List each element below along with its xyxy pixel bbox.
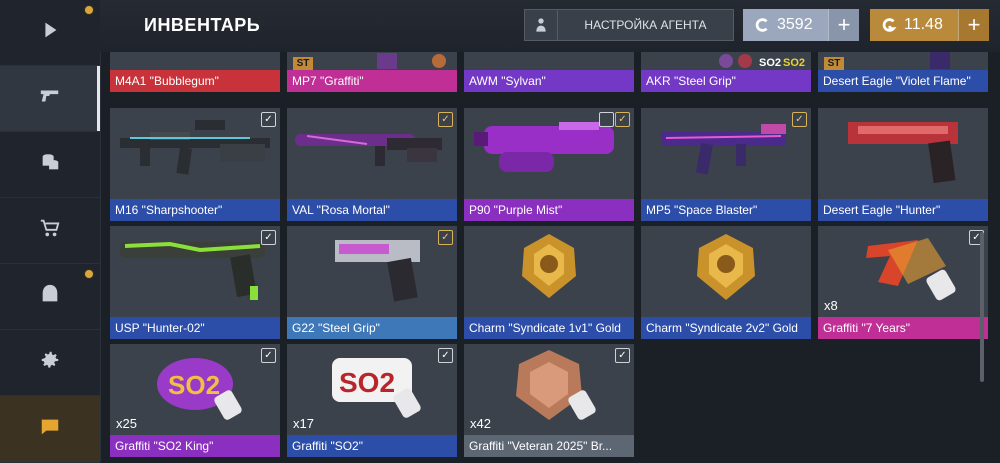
chat-icon — [39, 416, 61, 443]
charm-image — [522, 234, 576, 298]
play-icon — [39, 19, 61, 46]
stattrak-badge: ST — [293, 57, 313, 71]
inventory-item[interactable]: ✓ MP5 "Space Blaster" — [641, 108, 811, 221]
item-label: Desert Eagle "Violet Flame" — [818, 70, 988, 92]
inventory-item[interactable]: ✓ USP "Hunter-02" — [110, 226, 280, 339]
agent-settings-button[interactable]: НАСТРОЙКА АГЕНТА — [524, 9, 734, 41]
item-label: Graffiti "SO2 King" — [110, 435, 280, 457]
scrollbar[interactable] — [980, 232, 984, 382]
inventory-item[interactable]: x42 ✓ Graffiti "Veteran 2025" Br... — [464, 344, 634, 457]
item-label: AKR "Steel Grip" — [641, 70, 811, 92]
weapon-image — [120, 241, 265, 300]
inventory-item[interactable]: SO2 x17 ✓ Graffiti "SO2" — [287, 344, 457, 457]
inventory-item[interactable]: ST MP7 "Graffiti" — [287, 52, 457, 92]
charm-image — [697, 234, 755, 300]
weapon-image — [848, 122, 958, 184]
cart-icon — [39, 217, 61, 244]
inventory-item[interactable]: Charm "Syndicate 1v1" Gold — [464, 226, 634, 339]
weapon-image — [295, 134, 442, 166]
inventory-item[interactable]: M4A1 "Bubblegum" — [110, 52, 280, 92]
svg-text:SO2: SO2 — [783, 57, 805, 69]
checkbox[interactable]: ✓ — [792, 112, 807, 127]
graffiti-image — [866, 238, 956, 301]
sidebar-item-coins[interactable] — [0, 132, 100, 198]
sidebar-item-chat[interactable] — [0, 396, 100, 463]
item-label: P90 "Purple Mist" — [464, 199, 634, 221]
item-label: Charm "Syndicate 1v1" Gold — [464, 317, 634, 339]
stattrak-badge: ST — [824, 57, 844, 71]
item-quantity: x17 — [293, 416, 314, 431]
item-label: Desert Eagle "Hunter" — [818, 199, 988, 221]
item-label: AWM "Sylvan" — [464, 70, 634, 92]
inventory-item[interactable]: ✓ P90 "Purple Mist" — [464, 108, 634, 221]
agent-icon — [39, 283, 61, 310]
checkbox[interactable]: ✓ — [438, 348, 453, 363]
sidebar-item-inventory[interactable] — [0, 66, 100, 132]
item-label: Graffiti "SO2" — [287, 435, 457, 457]
add-gold-button[interactable]: + — [958, 9, 989, 41]
item-label: USP "Hunter-02" — [110, 317, 280, 339]
item-quantity: x8 — [824, 298, 838, 313]
page-title: ИНВЕНТАРЬ — [144, 15, 261, 35]
notification-dot — [84, 5, 94, 15]
inventory-item[interactable]: SO2 x25 ✓ Graffiti "SO2 King" — [110, 344, 280, 457]
inventory-item[interactable]: ✓ VAL "Rosa Mortal" — [287, 108, 457, 221]
sidebar-item-agent[interactable] — [0, 264, 100, 330]
checkbox[interactable]: ✓ — [261, 112, 276, 127]
notification-dot — [84, 269, 94, 279]
checkbox[interactable]: ✓ — [615, 348, 630, 363]
gold-currency: 11.48 + — [870, 9, 989, 41]
sidebar-item-settings[interactable] — [0, 330, 100, 396]
svg-text:SO2: SO2 — [168, 370, 220, 400]
add-silver-button[interactable]: + — [828, 9, 859, 41]
inventory-item[interactable]: SO2 SO2 AKR "Steel Grip" — [641, 52, 811, 92]
silver-coin-icon — [755, 18, 768, 32]
inventory-item[interactable]: Charm "Syndicate 2v2" Gold — [641, 226, 811, 339]
item-label: MP5 "Space Blaster" — [641, 199, 811, 221]
weapon-image — [335, 240, 420, 302]
inventory-item[interactable]: AWM "Sylvan" — [464, 52, 634, 92]
silver-currency: 3592 + — [743, 9, 859, 41]
agent-figure-icon — [525, 10, 558, 40]
svg-text:SO2: SO2 — [759, 57, 781, 69]
item-label: VAL "Rosa Mortal" — [287, 199, 457, 221]
inventory-item[interactable]: ST Desert Eagle "Violet Flame" — [818, 52, 988, 92]
inventory-grid: M4A1 "Bubblegum" ST MP7 "Graffiti" AWM "… — [110, 52, 988, 462]
item-quantity: x25 — [116, 416, 137, 431]
svg-text:SO2: SO2 — [339, 367, 395, 398]
gold-amount: 11.48 — [904, 16, 943, 33]
checkbox[interactable]: ✓ — [261, 230, 276, 245]
gold-coin-icon — [882, 18, 897, 32]
pistol-icon — [39, 85, 61, 112]
item-label: MP7 "Graffiti" — [287, 70, 457, 92]
item-label: Charm "Syndicate 2v2" Gold — [641, 317, 811, 339]
coins-icon — [39, 151, 61, 178]
checkbox[interactable]: ✓ — [438, 112, 453, 127]
gear-icon — [39, 349, 61, 376]
inventory-item[interactable]: x8 ✓ Graffiti "7 Years" — [818, 226, 988, 339]
item-label: M16 "Sharpshooter" — [110, 199, 280, 221]
checkbox[interactable]: ✓ — [261, 348, 276, 363]
inventory-item[interactable]: ✓ G22 "Steel Grip" — [287, 226, 457, 339]
sidebar-item-play[interactable] — [0, 0, 100, 66]
sidebar — [0, 0, 101, 463]
agent-settings-label: НАСТРОЙКА АГЕНТА — [584, 18, 707, 32]
silver-amount: 3592 — [777, 16, 813, 33]
item-label: M4A1 "Bubblegum" — [110, 70, 280, 92]
checkbox[interactable]: ✓ — [438, 230, 453, 245]
item-quantity: x42 — [470, 416, 491, 431]
weapon-image — [120, 120, 270, 175]
checkbox[interactable]: ✓ — [615, 112, 630, 127]
sidebar-item-shop[interactable] — [0, 198, 100, 264]
weapon-image — [661, 124, 786, 175]
item-label: Graffiti "7 Years" — [818, 317, 988, 339]
inventory-item[interactable]: Desert Eagle "Hunter" — [818, 108, 988, 221]
stickers-image: SO2 SO2 — [719, 54, 805, 69]
item-label: Graffiti "Veteran 2025" Br... — [464, 435, 634, 457]
item-label: G22 "Steel Grip" — [287, 317, 457, 339]
header: ИНВЕНТАРЬ НАСТРОЙКА АГЕНТА 3592 + 11.48 … — [100, 0, 1000, 52]
checkbox[interactable] — [599, 112, 614, 127]
inventory-item[interactable]: ✓ M16 "Sharpshooter" — [110, 108, 280, 221]
